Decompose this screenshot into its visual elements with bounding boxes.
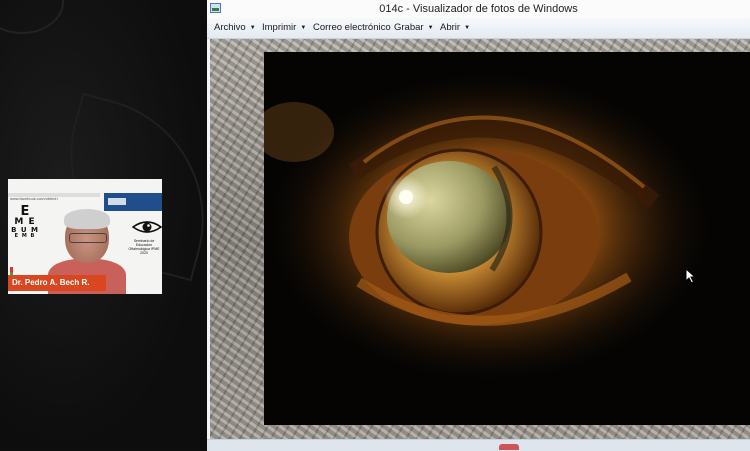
caret-down-icon: ▼ <box>249 25 256 31</box>
menu-label: Correo electrónico <box>313 22 391 33</box>
slideshow-button[interactable] <box>499 444 519 450</box>
menu-label: Grabar <box>394 22 424 33</box>
photo-viewer-window: 014c - Visualizador de fotos de Windows … <box>207 0 750 451</box>
presenter-hair <box>64 209 110 229</box>
menu-label: Imprimir <box>262 22 297 33</box>
mouse-pointer-icon <box>685 268 697 284</box>
image-canvas[interactable] <box>210 39 750 439</box>
menu-archivo[interactable]: Archivo ▼ <box>214 18 256 38</box>
menu-label: Abrir <box>440 22 461 33</box>
eye-chart-line: E M B <box>14 233 36 239</box>
menu-correo-electronico[interactable]: Correo electrónico <box>313 18 391 38</box>
background-decoration <box>0 0 64 34</box>
glasses <box>69 233 107 243</box>
caret-down-icon: ▼ <box>427 25 434 31</box>
caret-down-icon: ▼ <box>300 25 307 31</box>
seminar-logo-text: Seminario de Educación Oftalmológica IPM… <box>128 239 160 255</box>
eye-image <box>264 52 750 425</box>
viewer-toolbar <box>207 439 750 451</box>
menu-label: Archivo <box>214 22 246 33</box>
title-bar[interactable]: 014c - Visualizador de fotos de Windows <box>207 0 750 19</box>
menu-bar: Archivo ▼ Imprimir ▼ Correo electrónico Gr… <box>207 18 750 39</box>
presenter-name-tag: Dr. Pedro A. Bech R. <box>8 275 106 291</box>
menu-imprimir[interactable]: Imprimir ▼ <box>262 18 306 38</box>
menu-grabar[interactable]: Grabar ▼ <box>394 18 434 38</box>
webcam-slide-url: www.facebook.com/obtech <box>10 196 58 201</box>
eye-photograph <box>264 52 750 425</box>
window-title: 014c - Visualizador de fotos de Windows <box>379 3 578 15</box>
eye-logo-icon <box>132 221 162 233</box>
eye-chart: E M E B U M E M B <box>11 205 39 265</box>
caret-down-icon: ▼ <box>464 25 471 31</box>
presenter-webcam: www.facebook.com/obtech E M E B U M E M … <box>8 179 162 294</box>
menu-abrir[interactable]: Abrir ▼ <box>440 18 470 38</box>
